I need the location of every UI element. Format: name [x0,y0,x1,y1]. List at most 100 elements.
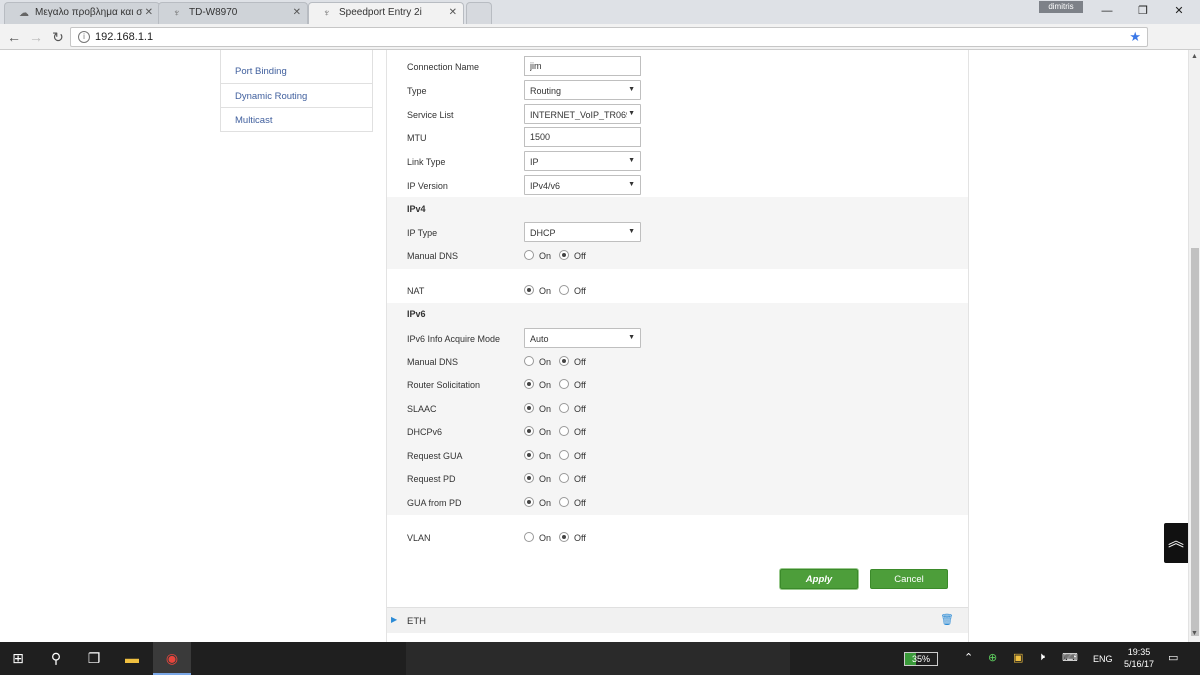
radio-label-on: On [539,498,552,508]
apply-button[interactable]: Apply [780,569,858,589]
field-label: Service List [407,110,454,120]
info-icon[interactable]: i [78,31,90,43]
link-type-select[interactable]: IP ▼ [524,151,641,171]
ip-version-select[interactable]: IPv4/v6 ▼ [524,175,641,195]
sidebar-item-multicast[interactable]: Multicast [221,107,372,131]
ipv6-acquire-mode-select[interactable]: Auto ▼ [524,328,641,348]
action-center-icon[interactable]: ▭ [1168,651,1178,664]
browser-tab-td-w8970[interactable]: ♆ TD-W8970 ✕ [158,2,308,24]
radio-on[interactable] [524,379,534,389]
radio-on[interactable] [524,473,534,483]
radio-off[interactable] [559,379,569,389]
search-icon[interactable]: ⚲ [44,650,68,667]
page-scrollbar[interactable]: ▲ ▼ [1188,50,1200,642]
taskbar-wallpaper-region [406,642,790,675]
field-label: Router Solicitation [407,380,481,390]
radio-on[interactable] [524,532,534,542]
expand-triangle-icon[interactable]: ▶ [391,615,397,624]
chrome-taskbar-button[interactable]: ◉ [153,642,191,675]
radio-off[interactable] [559,473,569,483]
ipv4-manual-dns-row: Manual DNS On Off [387,245,968,268]
file-explorer-icon[interactable]: ▬ [120,650,144,666]
radio-label-on: On [539,357,552,367]
eth-section-header[interactable]: ▶ ETH 🗑 [387,607,968,633]
radio-on[interactable] [524,250,534,260]
bookmark-star-icon[interactable]: ★ [1129,29,1141,45]
radio-off[interactable] [559,285,569,295]
scroll-up-icon[interactable]: ▲ [1191,53,1198,60]
new-tab-button[interactable] [466,2,492,24]
language-indicator[interactable]: ENG [1093,654,1113,664]
keyboard-icon[interactable]: ⌨ [1062,651,1078,664]
radio-off[interactable] [559,356,569,366]
wan-connection-panel: Connection Name Type Routing ▼ Service L… [386,50,969,642]
radio-off[interactable] [559,450,569,460]
close-icon[interactable]: ✕ [145,7,153,18]
radio-label-off: Off [574,357,586,367]
close-icon[interactable]: ✕ [449,7,457,18]
task-view-icon[interactable]: ❐ [82,650,106,667]
connection-name-input[interactable] [524,56,641,76]
dhcpv6-row: DHCPv6 On Off [387,421,968,444]
cancel-button[interactable]: Cancel [870,569,948,589]
tray-connect-icon[interactable]: ▣ [1013,651,1023,664]
mtu-row: MTU [387,127,968,150]
maximize-icon[interactable]: ❐ [1128,2,1158,20]
radio-on[interactable] [524,403,534,413]
battery-indicator[interactable]: 35% [904,652,938,666]
select-value: DHCP [530,228,556,238]
trash-icon[interactable]: 🗑 [940,613,954,626]
field-label: VLAN [407,533,431,543]
forward-icon[interactable]: → [27,28,45,46]
scroll-to-top-button[interactable]: ︽ [1164,523,1188,563]
close-icon[interactable]: ✕ [293,7,301,18]
tray-chevron-up-icon[interactable]: ⌃ [964,651,973,664]
caret-down-icon: ▼ [628,110,635,117]
profile-button[interactable]: dimitris [1039,1,1083,13]
ipv4-title: IPv4 [407,204,426,214]
radio-on[interactable] [524,450,534,460]
radio-on[interactable] [524,285,534,295]
scroll-down-icon[interactable]: ▼ [1191,630,1198,637]
scrollbar-thumb[interactable] [1191,248,1199,636]
type-select[interactable]: Routing ▼ [524,80,641,100]
radio-label-off: Off [574,533,586,543]
radio-label-off: Off [574,404,586,414]
reload-icon[interactable]: ↻ [49,28,67,46]
ipv6-title: IPv6 [407,309,426,319]
radio-label-on: On [539,380,552,390]
sidebar-item-port-binding[interactable]: Port Binding [221,59,372,83]
chrome-icon: ◉ [165,650,179,666]
radio-off[interactable] [559,497,569,507]
mtu-input[interactable] [524,127,641,147]
router-solicitation-row: Router Solicitation On Off [387,374,968,397]
radio-off[interactable] [559,403,569,413]
service-list-select[interactable]: INTERNET_VoIP_TR069 ▼ [524,104,641,124]
browser-tab-speedport[interactable]: ♆ Speedport Entry 2i ✕ [308,2,464,25]
volume-muted-icon[interactable]: 🕨 [1038,651,1045,664]
radio-off[interactable] [559,532,569,542]
close-window-icon[interactable]: ✕ [1164,2,1194,20]
radio-off[interactable] [559,250,569,260]
address-bar[interactable]: i 192.168.1.1 ★ [70,27,1148,47]
field-label: IP Version [407,181,448,191]
radio-on[interactable] [524,426,534,436]
ip-version-row: IP Version IPv4/v6 ▼ [387,175,968,198]
field-label: Type [407,86,427,96]
radio-label-on: On [539,286,552,296]
radio-on[interactable] [524,497,534,507]
tab-title: TD-W8970 [189,7,238,18]
sidebar-item-dynamic-routing[interactable]: Dynamic Routing [221,83,372,107]
back-icon[interactable]: ← [5,28,23,46]
request-pd-row: Request PD On Off [387,468,968,491]
radio-on[interactable] [524,356,534,366]
radio-label-off: Off [574,427,586,437]
select-value: IP [530,157,539,167]
minimize-icon[interactable]: — [1092,2,1122,20]
ip-type-select[interactable]: DHCP ▼ [524,222,641,242]
radio-off[interactable] [559,426,569,436]
taskbar-clock[interactable]: 19:35 5/16/17 [1122,646,1156,670]
windows-start-icon[interactable]: ⊞ [6,650,30,667]
tray-network-globe-icon[interactable]: ⊕ [988,651,997,664]
browser-tab-forum[interactable]: ☁ Μεγαλο προβλημα και σ ✕ [4,2,160,24]
